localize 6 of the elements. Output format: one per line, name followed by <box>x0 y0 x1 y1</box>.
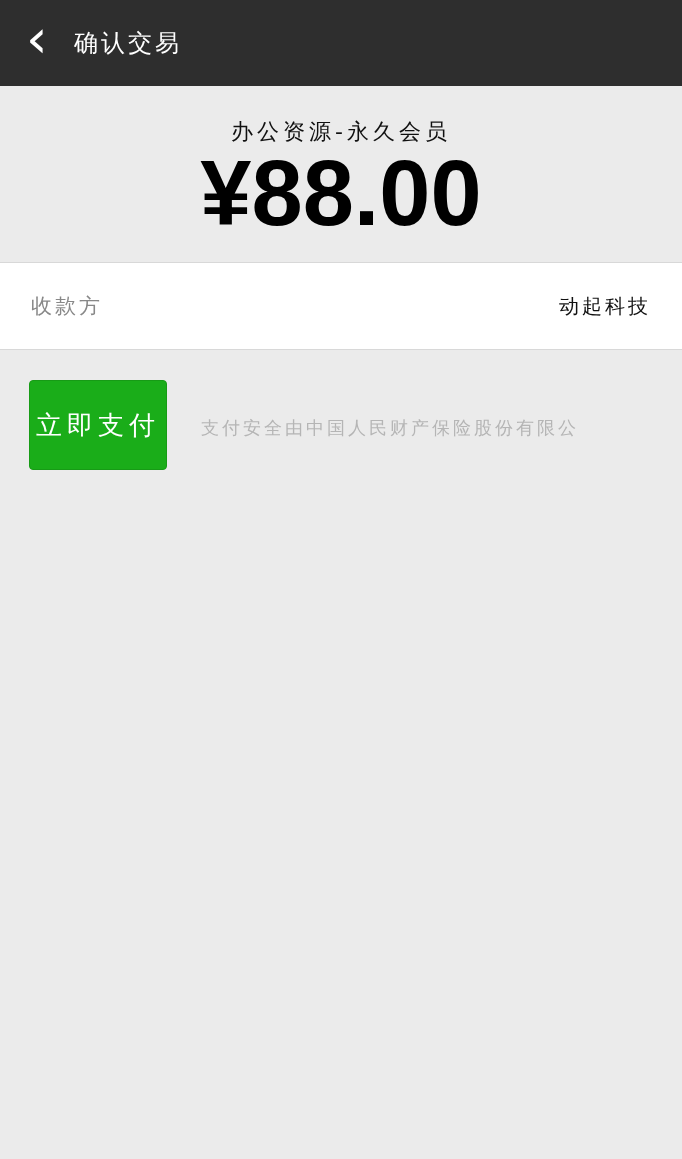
payee-label: 收款方 <box>31 293 103 320</box>
page-title: 确认交易 <box>73 28 182 59</box>
payment-amount: ¥88.00 <box>200 147 482 239</box>
back-button[interactable]: ‹ <box>26 12 48 66</box>
payee-name: 动起科技 <box>559 292 651 320</box>
product-name: 办公资源-永久会员 <box>231 118 451 146</box>
